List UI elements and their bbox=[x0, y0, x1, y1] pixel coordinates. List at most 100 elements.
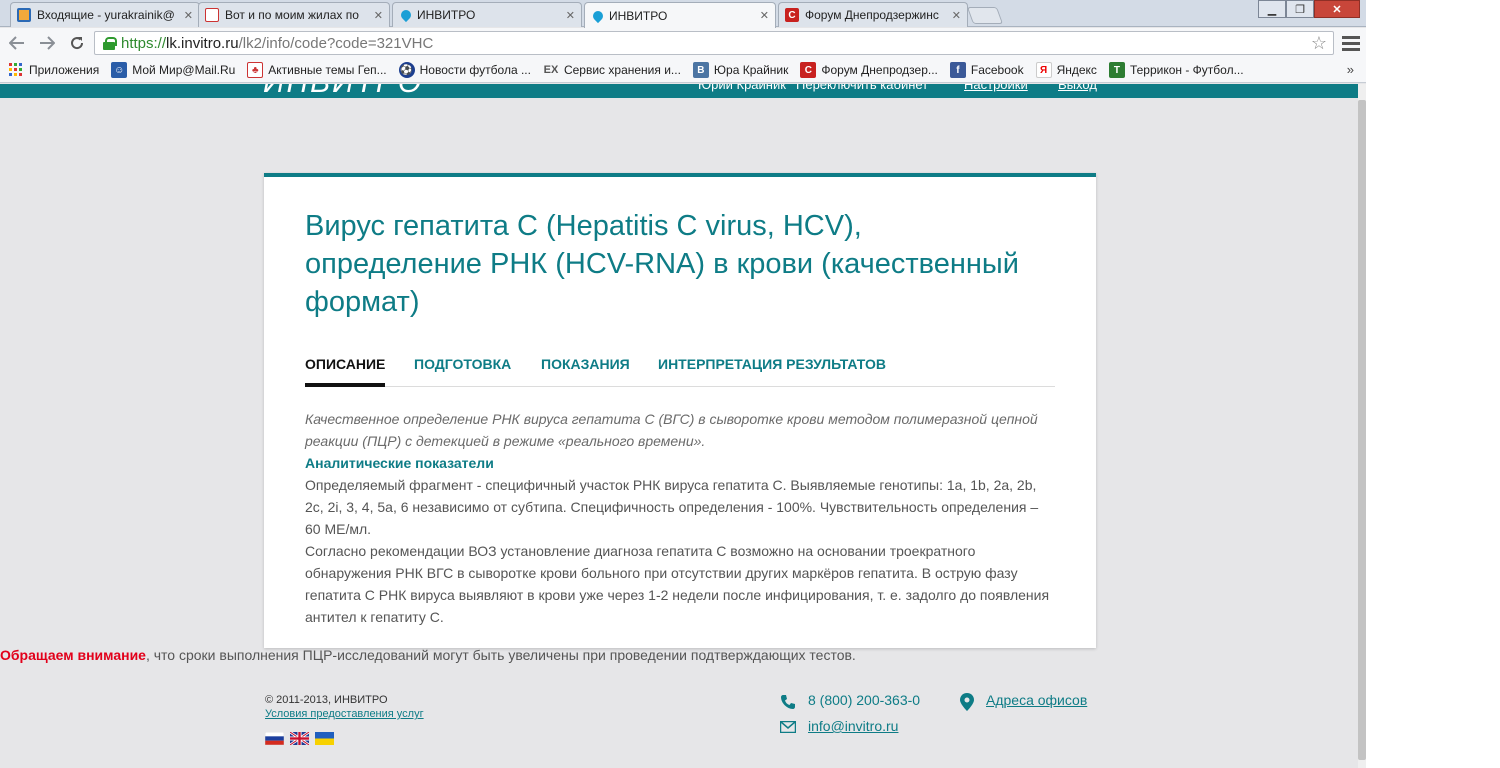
description-text: Качественное определение РНК вируса гепа… bbox=[305, 411, 1038, 449]
bookmark-label: Террикон - Футбол... bbox=[1129, 63, 1244, 77]
switch-cabinet-link[interactable]: Переключить кабинет bbox=[796, 84, 928, 92]
reload-button[interactable] bbox=[64, 30, 90, 56]
close-icon[interactable]: ✕ bbox=[952, 9, 961, 22]
bookmark-apps[interactable]: Приложения bbox=[8, 62, 99, 78]
uk-flag-icon[interactable] bbox=[290, 732, 309, 745]
url-host: lk.invitro.ru bbox=[166, 34, 239, 52]
scrollbar-thumb[interactable] bbox=[1358, 100, 1366, 760]
arrow-left-icon bbox=[9, 36, 24, 50]
browser-tab-4[interactable]: ИНВИТРО ✕ bbox=[584, 2, 776, 28]
bookmarks-overflow-button[interactable]: » bbox=[1347, 62, 1354, 77]
analytics-heading: Аналитические показатели bbox=[305, 455, 494, 471]
settings-link[interactable]: Настройки bbox=[964, 84, 1028, 92]
tab-title: Входящие - yurakrainik@ bbox=[37, 8, 175, 22]
forum-icon: ♣ bbox=[247, 62, 264, 78]
notice-strong: Обращаем внимание bbox=[0, 647, 146, 663]
bookmark-label: Форум Днепродзер... bbox=[821, 63, 938, 77]
bookmark-facebook[interactable]: f Facebook bbox=[949, 62, 1024, 78]
bookmark-forum[interactable]: C Форум Днепродзер... bbox=[800, 62, 938, 78]
bookmark-moi-mir[interactable]: ☺ Мой Мир@Mail.Ru bbox=[111, 62, 235, 78]
tab-title: ИНВИТРО bbox=[609, 8, 668, 23]
ua-flag-icon[interactable] bbox=[315, 732, 334, 745]
new-tab-button[interactable] bbox=[966, 7, 1004, 24]
bookmark-label: Яндекс bbox=[1056, 63, 1097, 77]
hamburger-icon bbox=[1342, 35, 1360, 39]
phone-number[interactable]: 8 (800) 200-363-0 bbox=[808, 692, 920, 708]
page-title: Вирус гепатита С (Hepatitis C virus, HCV… bbox=[305, 210, 1019, 318]
maximize-button[interactable]: ❐ bbox=[1286, 0, 1314, 18]
close-icon[interactable]: ✕ bbox=[760, 9, 769, 22]
forum-s-icon: C bbox=[800, 62, 817, 78]
lock-icon bbox=[103, 36, 117, 50]
address-bar[interactable]: https://lk.invitro.ru/lk2/info/code?code… bbox=[94, 31, 1334, 55]
logout-link[interactable]: Выход bbox=[1058, 84, 1097, 92]
browser-window: Входящие - yurakrainik@ ✕ Вот и по моим … bbox=[0, 0, 1366, 768]
tab-content: Качественное определение РНК вируса гепа… bbox=[305, 408, 1057, 628]
browser-tab-2[interactable]: Вот и по моим жилах по ✕ bbox=[198, 2, 390, 27]
close-icon[interactable]: ✕ bbox=[566, 9, 575, 22]
bookmark-label: Приложения bbox=[29, 63, 100, 77]
bookmark-label: Новости футбола ... bbox=[419, 63, 531, 77]
url-scheme: https:// bbox=[121, 34, 167, 52]
invitro-drop-icon bbox=[590, 8, 606, 23]
offices-link[interactable]: Адреса офисов bbox=[986, 692, 1087, 708]
hamburger-icon-line bbox=[1342, 41, 1360, 45]
url-path: /lk2/info/code?code=321VHC bbox=[238, 34, 434, 52]
bookmark-yandex[interactable]: Я Яндекс bbox=[1035, 62, 1097, 78]
terrikon-icon: T bbox=[1108, 62, 1125, 78]
test-info-card: Вирус гепатита С (Hepatitis C virus, HCV… bbox=[264, 173, 1096, 648]
user-name: Юрий Крайник bbox=[698, 84, 786, 92]
terms-link[interactable]: Условия предоставления услуг bbox=[265, 708, 424, 720]
vk-icon: B bbox=[692, 62, 709, 78]
tab-description[interactable]: ОПИСАНИЕ bbox=[305, 349, 386, 387]
page-scrollbar[interactable] bbox=[1358, 84, 1366, 768]
mail-ru-icon bbox=[17, 8, 31, 22]
site-footer: © 2011-2013, ИНВИТРО Условия предоставле… bbox=[264, 692, 1094, 762]
apps-grid-icon bbox=[8, 62, 24, 78]
bookmark-football-news[interactable]: ⚽ Новости футбола ... bbox=[398, 62, 531, 78]
bookmarks-bar: Приложения ☺ Мой Мир@Mail.Ru ♣ Активные … bbox=[0, 58, 1366, 83]
bookmark-label: Активные темы Геп... bbox=[268, 63, 387, 77]
tab-title: Форум Днепродзержинс bbox=[805, 8, 939, 22]
browser-toolbar: https://lk.invitro.ru/lk2/info/code?code… bbox=[0, 28, 1366, 58]
football-icon: ⚽ bbox=[398, 62, 415, 78]
back-button[interactable] bbox=[4, 30, 30, 56]
bookmark-active-topics[interactable]: ♣ Активные темы Геп... bbox=[247, 62, 387, 78]
bookmark-terrikon[interactable]: T Террикон - Футбол... bbox=[1108, 62, 1244, 78]
bookmark-label: Facebook bbox=[970, 63, 1024, 77]
bookmark-vk[interactable]: B Юра Крайник bbox=[692, 62, 789, 78]
tab-preparation[interactable]: ПОДГОТОВКА bbox=[414, 349, 511, 387]
bookmark-label: Юра Крайник bbox=[713, 63, 789, 77]
bookmark-label: Сервис хранения и... bbox=[563, 63, 681, 77]
email-link[interactable]: info@invitro.ru bbox=[808, 718, 898, 734]
tab-title: Вот и по моим жилах по bbox=[225, 8, 359, 22]
tab-interpretation[interactable]: ИНТЕРПРЕТАЦИЯ РЕЗУЛЬТАТОВ bbox=[658, 349, 886, 387]
location-pin-icon bbox=[960, 693, 974, 711]
hamburger-icon-line bbox=[1342, 47, 1360, 51]
close-window-button[interactable]: ✕ bbox=[1314, 0, 1360, 18]
close-icon[interactable]: ✕ bbox=[184, 9, 193, 22]
bookmark-label: Мой Мир@Mail.Ru bbox=[132, 63, 236, 77]
info-tabs: ОПИСАНИЕ ПОДГОТОВКА ПОКАЗАНИЯ ИНТЕРПРЕТА… bbox=[305, 349, 1055, 387]
chrome-menu-button[interactable] bbox=[1342, 32, 1360, 54]
invitro-drop-icon bbox=[398, 7, 414, 23]
forward-button[interactable] bbox=[34, 30, 60, 56]
star-icon[interactable]: ☆ bbox=[1311, 33, 1327, 54]
browser-tab-1[interactable]: Входящие - yurakrainik@ ✕ bbox=[10, 2, 200, 27]
invitro-logo[interactable]: ИНВИТРО bbox=[263, 84, 423, 98]
minimize-button[interactable]: ▁ bbox=[1258, 0, 1286, 18]
ex-icon: EX bbox=[543, 64, 559, 76]
tab-strip: Входящие - yurakrainik@ ✕ Вот и по моим … bbox=[0, 0, 1366, 28]
bookmark-storage-service[interactable]: EX Сервис хранения и... bbox=[543, 62, 681, 78]
pcr-notice: Обращаем внимание, что сроки выполнения … bbox=[0, 647, 856, 663]
close-icon[interactable]: ✕ bbox=[374, 9, 383, 22]
tab-title: ИНВИТРО bbox=[417, 8, 476, 22]
forum-icon bbox=[205, 8, 219, 22]
ru-flag-icon[interactable] bbox=[265, 732, 284, 745]
who-recommendation-text: Согласно рекомендации ВОЗ установление д… bbox=[305, 543, 1050, 625]
tab-indications[interactable]: ПОКАЗАНИЯ bbox=[541, 349, 630, 387]
yandex-icon: Я bbox=[1035, 62, 1052, 78]
phone-icon bbox=[781, 695, 795, 709]
browser-tab-5[interactable]: C Форум Днепродзержинс ✕ bbox=[778, 2, 968, 27]
browser-tab-3[interactable]: ИНВИТРО ✕ bbox=[392, 2, 582, 27]
